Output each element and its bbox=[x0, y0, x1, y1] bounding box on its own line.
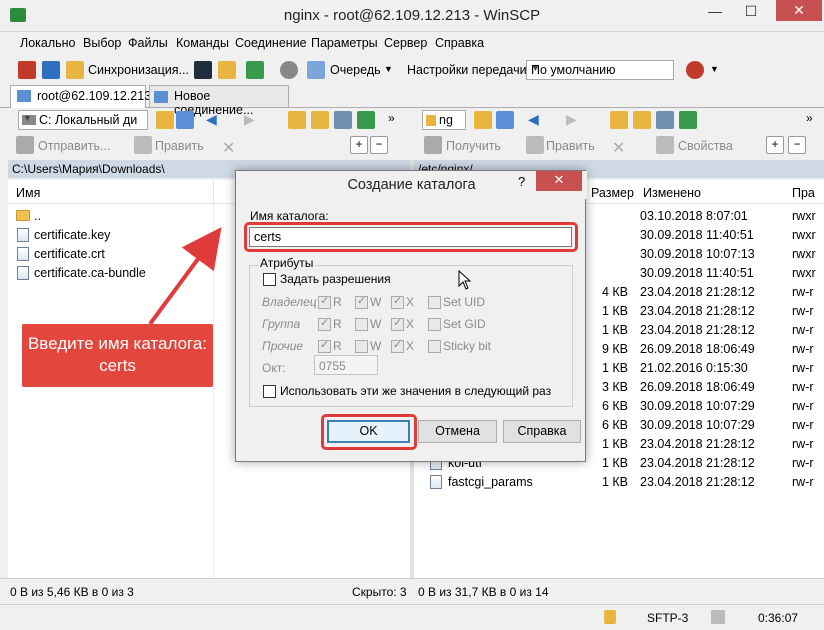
help-button[interactable]: Справка bbox=[503, 420, 581, 443]
perm-r-label: R bbox=[333, 339, 342, 353]
group-x-checkbox[interactable] bbox=[391, 316, 404, 331]
others-w-checkbox[interactable] bbox=[355, 340, 368, 353]
dir-name-value: certs bbox=[254, 230, 282, 244]
others-r-checkbox[interactable] bbox=[318, 338, 331, 353]
perm-w-label: W bbox=[370, 317, 382, 331]
setuid-checkbox[interactable] bbox=[428, 296, 441, 309]
owner-w-checkbox[interactable] bbox=[355, 294, 368, 309]
perm-r-label: R bbox=[333, 295, 342, 309]
help-icon[interactable]: ? bbox=[518, 174, 525, 189]
octal-input[interactable]: 0755 bbox=[314, 355, 378, 375]
group-w-checkbox[interactable] bbox=[355, 318, 368, 331]
dialog-close-button[interactable]: ✕ bbox=[536, 171, 582, 191]
perm-x-label: X bbox=[406, 295, 415, 309]
ok-button[interactable]: OK bbox=[327, 420, 410, 443]
others-x-checkbox[interactable] bbox=[391, 338, 404, 353]
cancel-button[interactable]: Отмена bbox=[418, 420, 497, 443]
group-label: Группа bbox=[262, 317, 301, 331]
setuid-label: Set UID bbox=[443, 295, 486, 309]
set-permissions-label: Задать разрешения bbox=[280, 272, 391, 286]
perm-x-label: X bbox=[406, 317, 415, 331]
perm-x-label: X bbox=[406, 339, 415, 353]
owner-x-checkbox[interactable] bbox=[391, 294, 404, 309]
set-permissions-checkbox[interactable] bbox=[263, 273, 276, 286]
perm-r-label: R bbox=[333, 317, 342, 331]
sticky-label: Sticky bit bbox=[443, 339, 492, 353]
reuse-settings-checkbox[interactable] bbox=[263, 385, 276, 398]
attributes-label: Атрибуты bbox=[258, 256, 316, 270]
setgid-label: Set GID bbox=[443, 317, 486, 331]
reuse-settings-label: Использовать эти же значения в следующий… bbox=[280, 384, 552, 398]
arrow-to-name-field bbox=[148, 227, 222, 326]
owner-label: Владелец bbox=[262, 295, 317, 309]
group-r-checkbox[interactable] bbox=[318, 316, 331, 331]
owner-r-checkbox[interactable] bbox=[318, 294, 331, 309]
octal-label: Окт: bbox=[262, 361, 286, 375]
mouse-cursor-icon bbox=[458, 270, 472, 290]
others-label: Прочие bbox=[262, 339, 304, 353]
dialog-title: Создание каталога bbox=[347, 177, 476, 193]
dir-name-label: Имя каталога: bbox=[250, 209, 329, 223]
dialog-title-bar: Создание каталога ? ✕ bbox=[236, 171, 587, 199]
perm-w-label: W bbox=[370, 339, 382, 353]
octal-value: 0755 bbox=[319, 359, 346, 373]
perm-w-label: W bbox=[370, 295, 382, 309]
setgid-checkbox[interactable] bbox=[428, 318, 441, 331]
sticky-checkbox[interactable] bbox=[428, 340, 441, 353]
dir-name-input[interactable]: certs bbox=[249, 227, 572, 247]
create-directory-dialog: Создание каталога ? ✕ Имя каталога: cert… bbox=[235, 170, 587, 462]
